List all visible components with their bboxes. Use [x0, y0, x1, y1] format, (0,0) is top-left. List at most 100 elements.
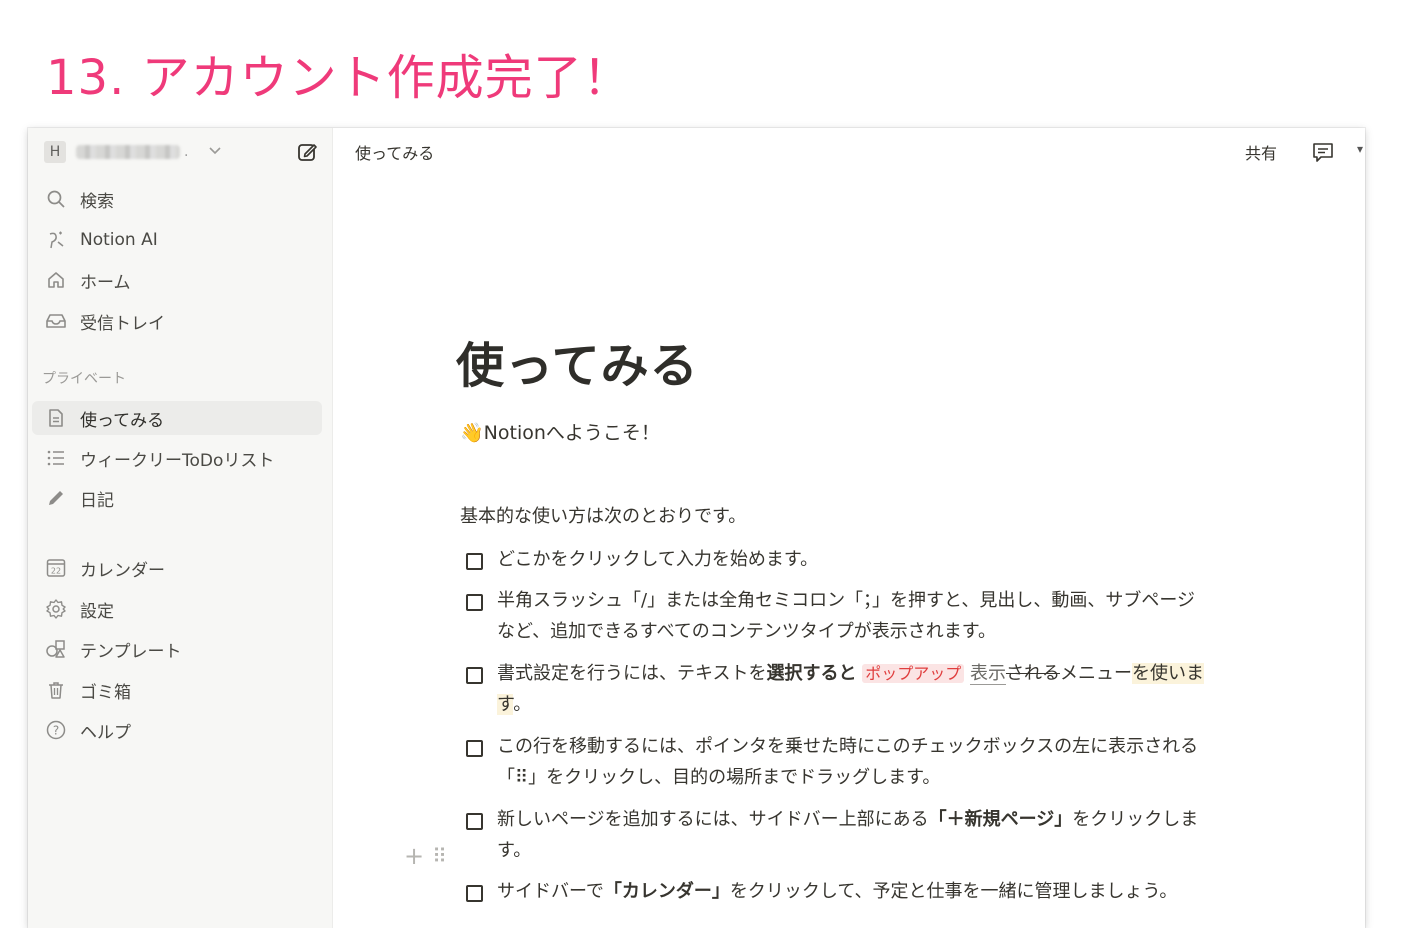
todo-item: この行を移動するには、ポインタを乗せた時にこのチェックボックスの左に表示される「… [466, 735, 1326, 793]
workspace-name-dot: . [184, 144, 189, 160]
sidebar-item-label: テンプレート [80, 641, 182, 662]
todo-item: サイドバーで「カレンダー」をクリックして、予定と仕事を一緒に管理しましょう。 [466, 880, 1326, 907]
todo-text[interactable]: 半角スラッシュ「/」または全角セミコロン「；」を押すと、見出し、動画、サブページ… [497, 585, 1195, 647]
welcome-text: Notionへようこそ！ [483, 422, 660, 444]
topbar: 使ってみる 共有 ▾ [332, 128, 1365, 174]
sidebar-item-weekly-todo[interactable]: ウィークリーToDoリスト [32, 441, 322, 475]
sidebar: H . 検索 Notion AI ホーム 受信トレイ プライベート 使ってみる … [28, 128, 333, 928]
list-icon [44, 446, 68, 470]
sidebar-item-label: 受信トレイ [80, 313, 165, 334]
sidebar-item-search[interactable]: 検索 [32, 182, 322, 216]
sidebar-item-label: ヘルプ [80, 722, 131, 743]
sidebar-item-label: Notion AI [80, 230, 158, 250]
todo-checkbox[interactable] [466, 667, 483, 684]
sidebar-item-label: 使ってみる [80, 410, 165, 431]
workspace-avatar: H [44, 141, 66, 163]
todo-checkbox[interactable] [466, 813, 483, 830]
todo-text-part: 半角スラッシュ「/」または全角セミコロン「；」を押すと、見出し、動画、サブページ [497, 590, 1195, 611]
bold-text: 「カレンダー」 [603, 881, 730, 902]
sidebar-item-label: 検索 [80, 191, 114, 212]
bold-text: 「＋新規ページ」 [928, 809, 1073, 830]
todo-item: どこかをクリックして入力を始めます。 [466, 548, 1326, 575]
chevron-down-icon[interactable]: ▾ [1357, 142, 1363, 156]
todo-checkbox[interactable] [466, 885, 483, 902]
block-handle[interactable]: + ⠿ [404, 844, 447, 868]
todo-checkbox[interactable] [466, 553, 483, 570]
sidebar-item-trash[interactable]: ゴミ箱 [32, 673, 322, 707]
sidebar-item-label: ゴミ箱 [80, 682, 131, 703]
comment-icon[interactable] [1311, 140, 1335, 164]
todo-text[interactable]: どこかをクリックして入力を始めます。 [497, 544, 818, 575]
sidebar-item-label: ホーム [80, 272, 131, 293]
sidebar-item-help[interactable]: ? ヘルプ [32, 713, 322, 747]
page-title[interactable]: 使ってみる [456, 326, 699, 396]
help-icon: ? [44, 718, 68, 742]
todo-text-part: サイドバーで [497, 881, 604, 902]
yellow-highlight-text: を使いま [1131, 663, 1204, 684]
inbox-icon [44, 309, 68, 333]
section-label-private[interactable]: プライベート [42, 368, 126, 388]
home-icon [44, 268, 68, 292]
todo-text-part: をクリックして、予定と仕事を一緒に管理しましょう。 [729, 881, 1178, 902]
strikethrough-text: される [1005, 663, 1060, 684]
todo-text-part: をクリックしま [1072, 809, 1199, 830]
share-button[interactable]: 共有 [1245, 140, 1277, 164]
page-content: 使ってみる 👋Notionへようこそ！ 基本的な使い方は次のとおりです。 どこか… [332, 174, 1365, 928]
drag-handle-icon[interactable]: ⠿ [432, 846, 447, 866]
notion-ai-icon [44, 228, 68, 252]
sidebar-item-templates[interactable]: テンプレート [32, 632, 322, 666]
template-icon [44, 637, 68, 661]
sidebar-item-label: ウィークリーToDoリスト [80, 450, 275, 471]
todo-text-part: 。 [513, 694, 532, 715]
todo-text[interactable]: 新しいページを追加するには、サイドバー上部にある「＋新規ページ」をクリックします… [497, 804, 1198, 866]
todo-item: 新しいページを追加するには、サイドバー上部にある「＋新規ページ」をクリックします… [466, 808, 1326, 866]
calendar-icon: 22 [44, 556, 68, 580]
todo-text-part: 新しいページを追加するには、サイドバー上部にある [497, 809, 929, 830]
todo-text-part: 書式設定を行うには、テキストを [497, 663, 767, 684]
todo-text[interactable]: この行を移動するには、ポインタを乗せた時にこのチェックボックスの左に表示される「… [497, 731, 1198, 793]
sidebar-item-getting-started[interactable]: 使ってみる [32, 401, 322, 435]
sidebar-item-label: 日記 [80, 490, 114, 511]
settings-icon [44, 597, 68, 621]
todo-text-part: す。 [497, 840, 532, 861]
chevron-down-icon[interactable] [208, 145, 222, 160]
todo-text-part: メニュー [1059, 663, 1132, 684]
todo-text-part: 「⠿」をクリックし、目的の場所までドラッグします。 [497, 767, 941, 788]
sidebar-item-calendar[interactable]: 22 カレンダー [32, 551, 322, 585]
todo-text[interactable]: 書式設定を行うには、テキストを選択すると ポップアップ 表示されるメニューを使い… [497, 658, 1204, 720]
sidebar-item-diary[interactable]: 日記 [32, 481, 322, 515]
search-icon [44, 187, 68, 211]
workspace-switcher[interactable]: H . [44, 140, 318, 164]
caption-heading: 13. アカウント作成完了！ [46, 50, 632, 106]
todo-text-part: どこかをクリックして入力を始めます。 [497, 549, 819, 570]
page-icon [44, 406, 68, 430]
add-block-icon[interactable]: + [404, 844, 424, 868]
welcome-line[interactable]: 👋Notionへようこそ！ [460, 418, 660, 445]
workspace-name-blurred [76, 145, 180, 159]
underlined-text: 表示 [969, 663, 1006, 685]
wave-emoji-icon: 👋 [460, 422, 484, 444]
intro-text[interactable]: 基本的な使い方は次のとおりです。 [460, 502, 746, 528]
help-glyph: ? [53, 724, 59, 738]
todo-text[interactable]: サイドバーで「カレンダー」をクリックして、予定と仕事を一緒に管理しましょう。 [497, 876, 1177, 907]
trash-icon [44, 678, 68, 702]
yellow-highlight-text: す [497, 694, 514, 715]
todo-item: 半角スラッシュ「/」または全角セミコロン「；」を押すと、見出し、動画、サブページ… [466, 589, 1326, 647]
breadcrumb[interactable]: 使ってみる [355, 140, 434, 164]
new-page-icon[interactable] [296, 141, 318, 163]
todo-checkbox[interactable] [466, 740, 483, 757]
todo-item: 書式設定を行うには、テキストを選択すると ポップアップ 表示されるメニューを使い… [466, 662, 1326, 720]
notion-window: H . 検索 Notion AI ホーム 受信トレイ プライベート 使ってみる … [28, 128, 1365, 928]
sidebar-item-home[interactable]: ホーム [32, 263, 322, 297]
sidebar-item-settings[interactable]: 設定 [32, 592, 322, 626]
bold-text: 選択すると [766, 663, 857, 684]
red-highlight-text: ポップアップ [862, 664, 965, 683]
sidebar-item-notion-ai[interactable]: Notion AI [32, 223, 322, 257]
todo-text-part: など、追加できるすべてのコンテンツタイプが表示されます。 [497, 621, 996, 642]
todo-text-part: この行を移動するには、ポインタを乗せた時にこのチェックボックスの左に表示される [497, 736, 1199, 757]
calendar-badge: 22 [51, 567, 61, 576]
sidebar-item-inbox[interactable]: 受信トレイ [32, 304, 322, 338]
pencil-icon [44, 486, 68, 510]
todo-checkbox[interactable] [466, 594, 483, 611]
sidebar-item-label: 設定 [80, 601, 114, 622]
